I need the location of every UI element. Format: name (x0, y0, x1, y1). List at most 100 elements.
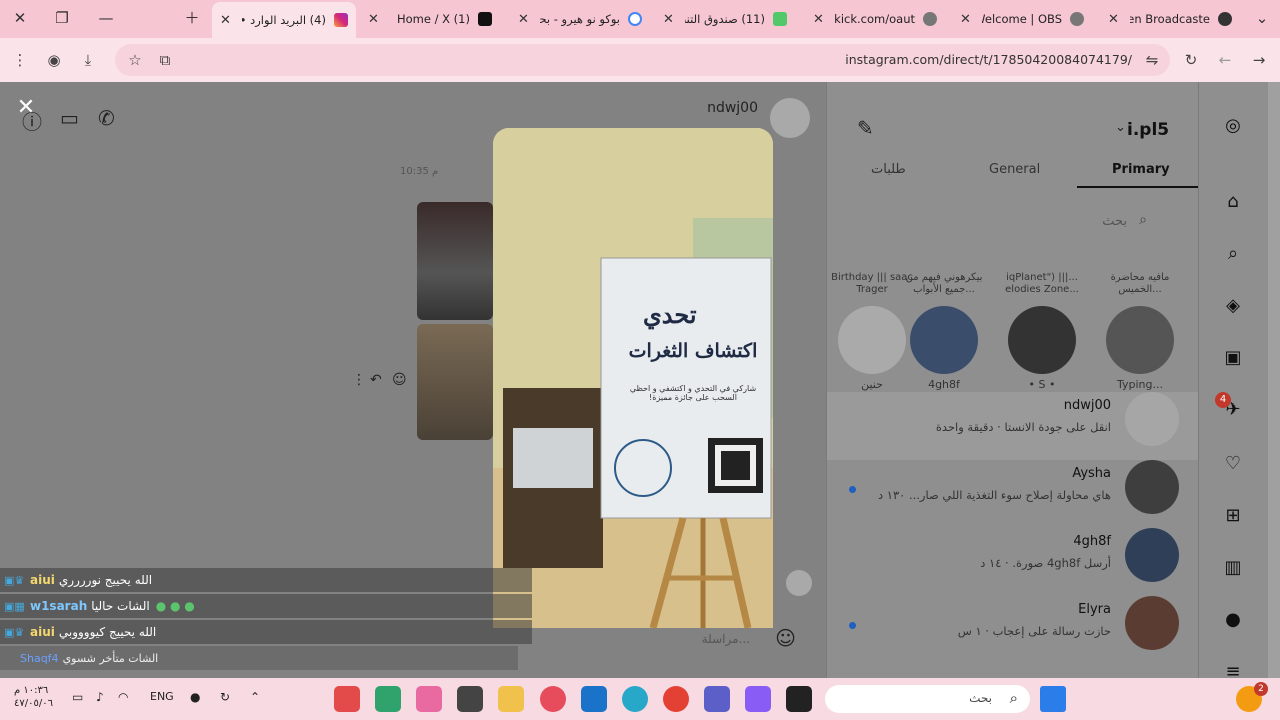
inbox-pane: ✎ i.pl5 ⌄ طلبات General Primary بحث ⌕ Bi… (826, 82, 1199, 678)
note-item[interactable]: مافيه محاضرة الخميس... Typing... (1095, 272, 1185, 391)
thread-item[interactable]: 4gh8f أرسل 4gh8f صورة. · ١٤ د (827, 528, 1199, 596)
emoji-icon[interactable]: ☺ (775, 626, 796, 650)
app-icon[interactable] (416, 686, 442, 712)
bookmark-star-icon[interactable]: ☆ (125, 50, 145, 70)
file-explorer-icon[interactable] (498, 686, 524, 712)
thread-avatar (1125, 392, 1179, 446)
show-hidden-icons-chevron[interactable]: ⌃ (250, 690, 260, 704)
chrome-icon[interactable] (663, 686, 689, 712)
heart-icon[interactable]: ♡ (1221, 452, 1245, 476)
poster-body: شاركي في التحدي و اكتشفي و احظي السحب عل… (629, 384, 757, 402)
more-menu-icon[interactable]: ≡ (1221, 660, 1245, 678)
windows-start-icon[interactable] (1040, 686, 1066, 712)
message-image[interactable] (417, 202, 493, 320)
page-scrollbar[interactable] (1268, 82, 1280, 678)
minimize-window-icon[interactable]: — (96, 8, 116, 28)
tab-search-chevron-icon[interactable]: ⌄ (1252, 8, 1272, 28)
badge-icons: ▣♛ (4, 625, 25, 639)
profile-avatar-icon[interactable]: ● (1221, 608, 1245, 632)
site-settings-icon[interactable]: ⇋ (1142, 50, 1162, 70)
chat-avatar[interactable] (770, 98, 810, 138)
close-viewer-icon[interactable]: ✕ (14, 96, 38, 120)
stream-chat-overlay: ▣♛ aiui الله يحييج نورررري ▣▦ w1sarah ال… (0, 566, 532, 672)
thread-item[interactable]: ndwj00 انقل على جودة الانستا · دقيقة واح… (827, 392, 1199, 460)
profile-icon[interactable]: ◉ (44, 50, 64, 70)
wifi-icon[interactable]: ◠ (118, 690, 128, 704)
restore-window-icon[interactable]: ❐ (52, 8, 72, 28)
chat-username[interactable]: ndwj00 (707, 100, 758, 116)
messenger-icon[interactable]: ✈ 4 (1215, 392, 1245, 422)
thread-item[interactable]: Elyra حازت رسالة على إعجاب · ١ س (827, 596, 1199, 664)
clock[interactable]: ١٠:٣٦ م ٤٧/٠٥/٠٦ (14, 684, 53, 710)
message-timestamp: 10:35 م (400, 166, 439, 177)
image-viewer[interactable]: تحدي اكتشاف الثغرات شاركي في التحدي و اك… (493, 128, 773, 628)
outlook-icon[interactable] (581, 686, 607, 712)
search-icon[interactable]: ⌕ (1221, 242, 1245, 266)
nav-rail: ◎ ⌂ ⌕ ◈ ▣ ✈ 4 ♡ ⊞ ▥ ● ≡ (1198, 82, 1268, 678)
volume-icon[interactable]: ♪ (96, 690, 104, 704)
tab-instagram[interactable]: ✕ (4) البريد الوارد • (212, 2, 356, 38)
tab-close-icon[interactable]: ✕ (813, 12, 824, 27)
tab-google[interactable]: ✕ بوكو نو هيرو - بحث (510, 4, 650, 34)
dashboard-icon[interactable]: ▥ (1221, 556, 1245, 580)
tab-close-icon[interactable]: ✕ (663, 12, 674, 27)
tab-primary[interactable]: Primary (1112, 162, 1170, 177)
url-text[interactable]: instagram.com/direct/t/17850420084074179… (845, 52, 1132, 67)
taskbar-search[interactable]: بحث ⌕ (825, 685, 1030, 713)
globe-icon (1070, 12, 1084, 26)
copilot-icon[interactable] (745, 686, 771, 712)
tab-general[interactable]: General (989, 162, 1040, 177)
back-icon[interactable]: ← (1215, 50, 1235, 70)
acrobat-icon[interactable] (334, 686, 360, 712)
tab-close-icon[interactable]: ✕ (368, 12, 379, 27)
chevron-down-icon[interactable]: ⌄ (1115, 120, 1126, 135)
search-input[interactable]: بحث ⌕ (847, 206, 1187, 238)
opera-icon[interactable] (540, 686, 566, 712)
forward-icon[interactable]: → (1249, 50, 1269, 70)
more-options-icon[interactable]: ⋮ (352, 372, 366, 388)
inbox-username[interactable]: i.pl5 (1127, 120, 1169, 140)
note-item[interactable]: بيكرهوني فيهم من جميع الأبواب... 4gh8f (899, 272, 989, 391)
message-image[interactable] (417, 324, 493, 440)
reload-icon[interactable]: ↻ (1181, 50, 1201, 70)
microphone-icon[interactable]: ● (190, 690, 200, 704)
note-avatar (838, 306, 906, 374)
tab-twitch[interactable]: ✕ (11) صندوق التنب (655, 4, 795, 34)
create-icon[interactable]: ⊞ (1221, 504, 1245, 528)
tab-close-icon[interactable]: ✕ (960, 12, 971, 27)
tab-close-icon[interactable]: ✕ (518, 12, 529, 27)
tab-obs-welcome[interactable]: ✕ Welcome | OBS (952, 4, 1092, 34)
tab-x[interactable]: ✕ (1) Home / X (360, 4, 500, 34)
thread-item[interactable]: Aysha هاي محاولة إصلاح سوء التغذية اللي … (827, 460, 1199, 528)
video-call-icon[interactable]: ▭ (60, 106, 79, 130)
terminal-icon[interactable] (786, 686, 812, 712)
tab-close-icon[interactable]: ✕ (1108, 12, 1119, 27)
close-window-icon[interactable]: ✕ (10, 8, 30, 28)
tab-kick[interactable]: ✕ id.kick.com/oaut (805, 4, 945, 34)
menu-icon[interactable]: ⋮ (10, 50, 30, 70)
reply-icon[interactable]: ↶ (370, 372, 382, 388)
tab-requests[interactable]: طلبات (871, 162, 906, 177)
edge-icon[interactable] (622, 686, 648, 712)
instagram-logo-icon[interactable]: ◎ (1221, 114, 1245, 138)
teams-icon[interactable] (704, 686, 730, 712)
install-app-icon[interactable]: ⧉ (155, 50, 175, 70)
reels-icon[interactable]: ▣ (1221, 346, 1245, 370)
tab-obs-project[interactable]: ✕ Open Broadcaste (1100, 4, 1240, 34)
home-icon[interactable]: ⌂ (1221, 190, 1245, 214)
obs-icon[interactable] (457, 686, 483, 712)
weather-icon[interactable]: 2 (1236, 682, 1268, 712)
explore-icon[interactable]: ◈ (1221, 294, 1245, 318)
phone-icon[interactable]: ✆ (98, 106, 115, 130)
react-emoji-icon[interactable]: ☺ (392, 372, 407, 388)
language-indicator[interactable]: ENG (150, 690, 174, 703)
battery-icon[interactable]: ▭ (72, 690, 83, 704)
new-tab-button[interactable]: ＋ (182, 8, 202, 28)
sync-icon[interactable]: ↻ (220, 690, 230, 704)
tab-close-icon[interactable]: ✕ (220, 13, 231, 28)
download-icon[interactable]: ⤓ (78, 50, 98, 70)
address-bar[interactable]: ☆ ⧉ instagram.com/direct/t/1785042008407… (115, 44, 1170, 76)
compose-icon[interactable]: ✎ (857, 116, 874, 140)
note-item[interactable]: iqPlanet") |||... elodies Zone... • S • (997, 272, 1087, 391)
app-icon[interactable] (375, 686, 401, 712)
